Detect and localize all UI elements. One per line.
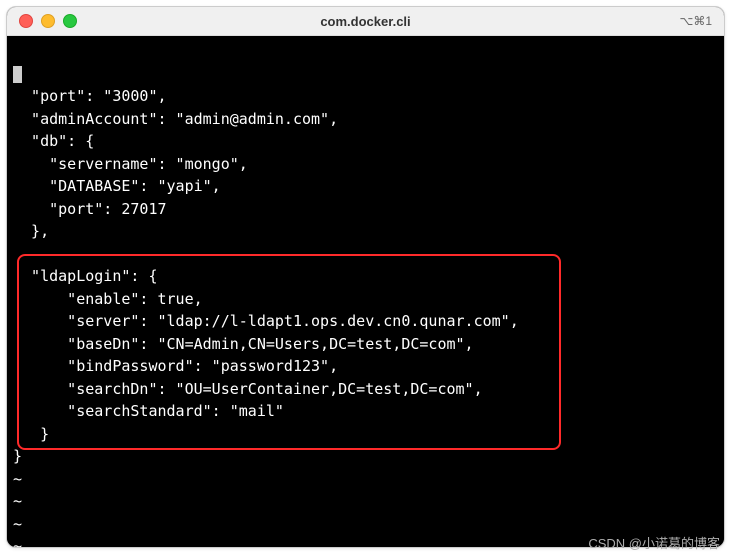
code-line: "port": 27017 xyxy=(13,200,167,218)
code-line: "enable": true, xyxy=(13,290,203,308)
terminal-body[interactable]: "port": "3000", "adminAccount": "admin@a… xyxy=(7,36,724,547)
traffic-lights xyxy=(7,14,77,28)
vim-tilde: ~ xyxy=(13,537,22,547)
code-line: "servername": "mongo", xyxy=(13,155,248,173)
code-line: "searchDn": "OU=UserContainer,DC=test,DC… xyxy=(13,380,483,398)
code-line: "bindPassword": "password123", xyxy=(13,357,338,375)
code-line: "searchStandard": "mail" xyxy=(13,402,284,420)
vim-tilde: ~ xyxy=(13,492,22,510)
code-line: } xyxy=(13,447,22,465)
minimize-icon[interactable] xyxy=(41,14,55,28)
zoom-icon[interactable] xyxy=(63,14,77,28)
title-bar: com.docker.cli ⌥⌘1 xyxy=(7,7,724,36)
code-line: "server": "ldap://l-ldapt1.ops.dev.cn0.q… xyxy=(13,312,519,330)
terminal-window: com.docker.cli ⌥⌘1 "port": "3000", "admi… xyxy=(6,6,725,548)
code-line: "ldapLogin": { xyxy=(13,267,158,285)
vim-tilde: ~ xyxy=(13,515,22,533)
window-shortcut: ⌥⌘1 xyxy=(679,14,712,28)
watermark-text: CSDN @小诺葛的博客 xyxy=(588,533,720,552)
code-line: }, xyxy=(13,222,49,240)
cursor xyxy=(13,66,22,83)
close-icon[interactable] xyxy=(19,14,33,28)
code-line: "DATABASE": "yapi", xyxy=(13,177,221,195)
code-line: "port": "3000", xyxy=(13,87,167,105)
code-line: "db": { xyxy=(13,132,94,150)
code-line: "adminAccount": "admin@admin.com", xyxy=(13,110,338,128)
window-title: com.docker.cli xyxy=(7,14,724,29)
code-line: } xyxy=(13,425,49,443)
code-line: "baseDn": "CN=Admin,CN=Users,DC=test,DC=… xyxy=(13,335,474,353)
vim-tilde: ~ xyxy=(13,470,22,488)
